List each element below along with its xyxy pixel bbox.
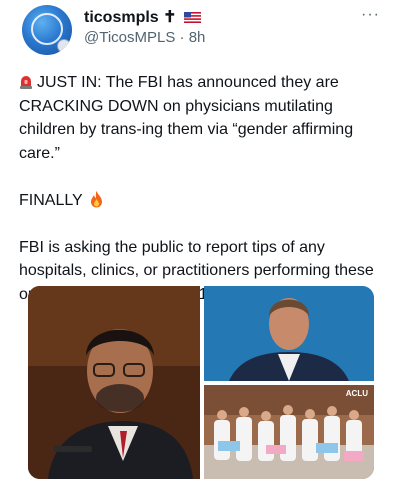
- media-image-1[interactable]: [28, 286, 200, 479]
- us-flag-icon: [184, 12, 201, 24]
- media-image-2[interactable]: [204, 286, 374, 381]
- separator: ·: [179, 29, 185, 46]
- tweet-text: JUST IN: The FBI has announced they are …: [19, 71, 389, 306]
- author-name[interactable]: ticosmpls ✝: [84, 7, 201, 27]
- tweet-paragraph-1: JUST IN: The FBI has announced they are …: [19, 71, 389, 165]
- handle[interactable]: @TicosMPLS: [84, 29, 175, 46]
- avatar[interactable]: [22, 5, 72, 55]
- tweet-paragraph-2-text: FINALLY: [19, 191, 83, 209]
- tweet-paragraph-2: FINALLY: [19, 189, 389, 213]
- author-name-text: ticosmpls ✝: [84, 9, 177, 26]
- portrait-man-suit: [204, 286, 374, 381]
- aclu-watermark: ACLU: [345, 389, 368, 398]
- seal-badge-icon: [57, 39, 71, 53]
- tweet-paragraph-1-text: JUST IN: The FBI has announced they are …: [19, 74, 354, 162]
- fire-icon: [90, 190, 102, 207]
- timestamp[interactable]: 8h: [189, 29, 206, 46]
- group-photo-doctors: [204, 385, 374, 479]
- portrait-man-glasses: [28, 286, 200, 479]
- media-grid: ACLU: [28, 286, 374, 479]
- more-icon[interactable]: ···: [361, 6, 380, 24]
- handle-line: @TicosMPLS · 8h: [84, 29, 205, 46]
- siren-icon: [20, 76, 32, 89]
- media-image-3[interactable]: ACLU: [204, 385, 374, 479]
